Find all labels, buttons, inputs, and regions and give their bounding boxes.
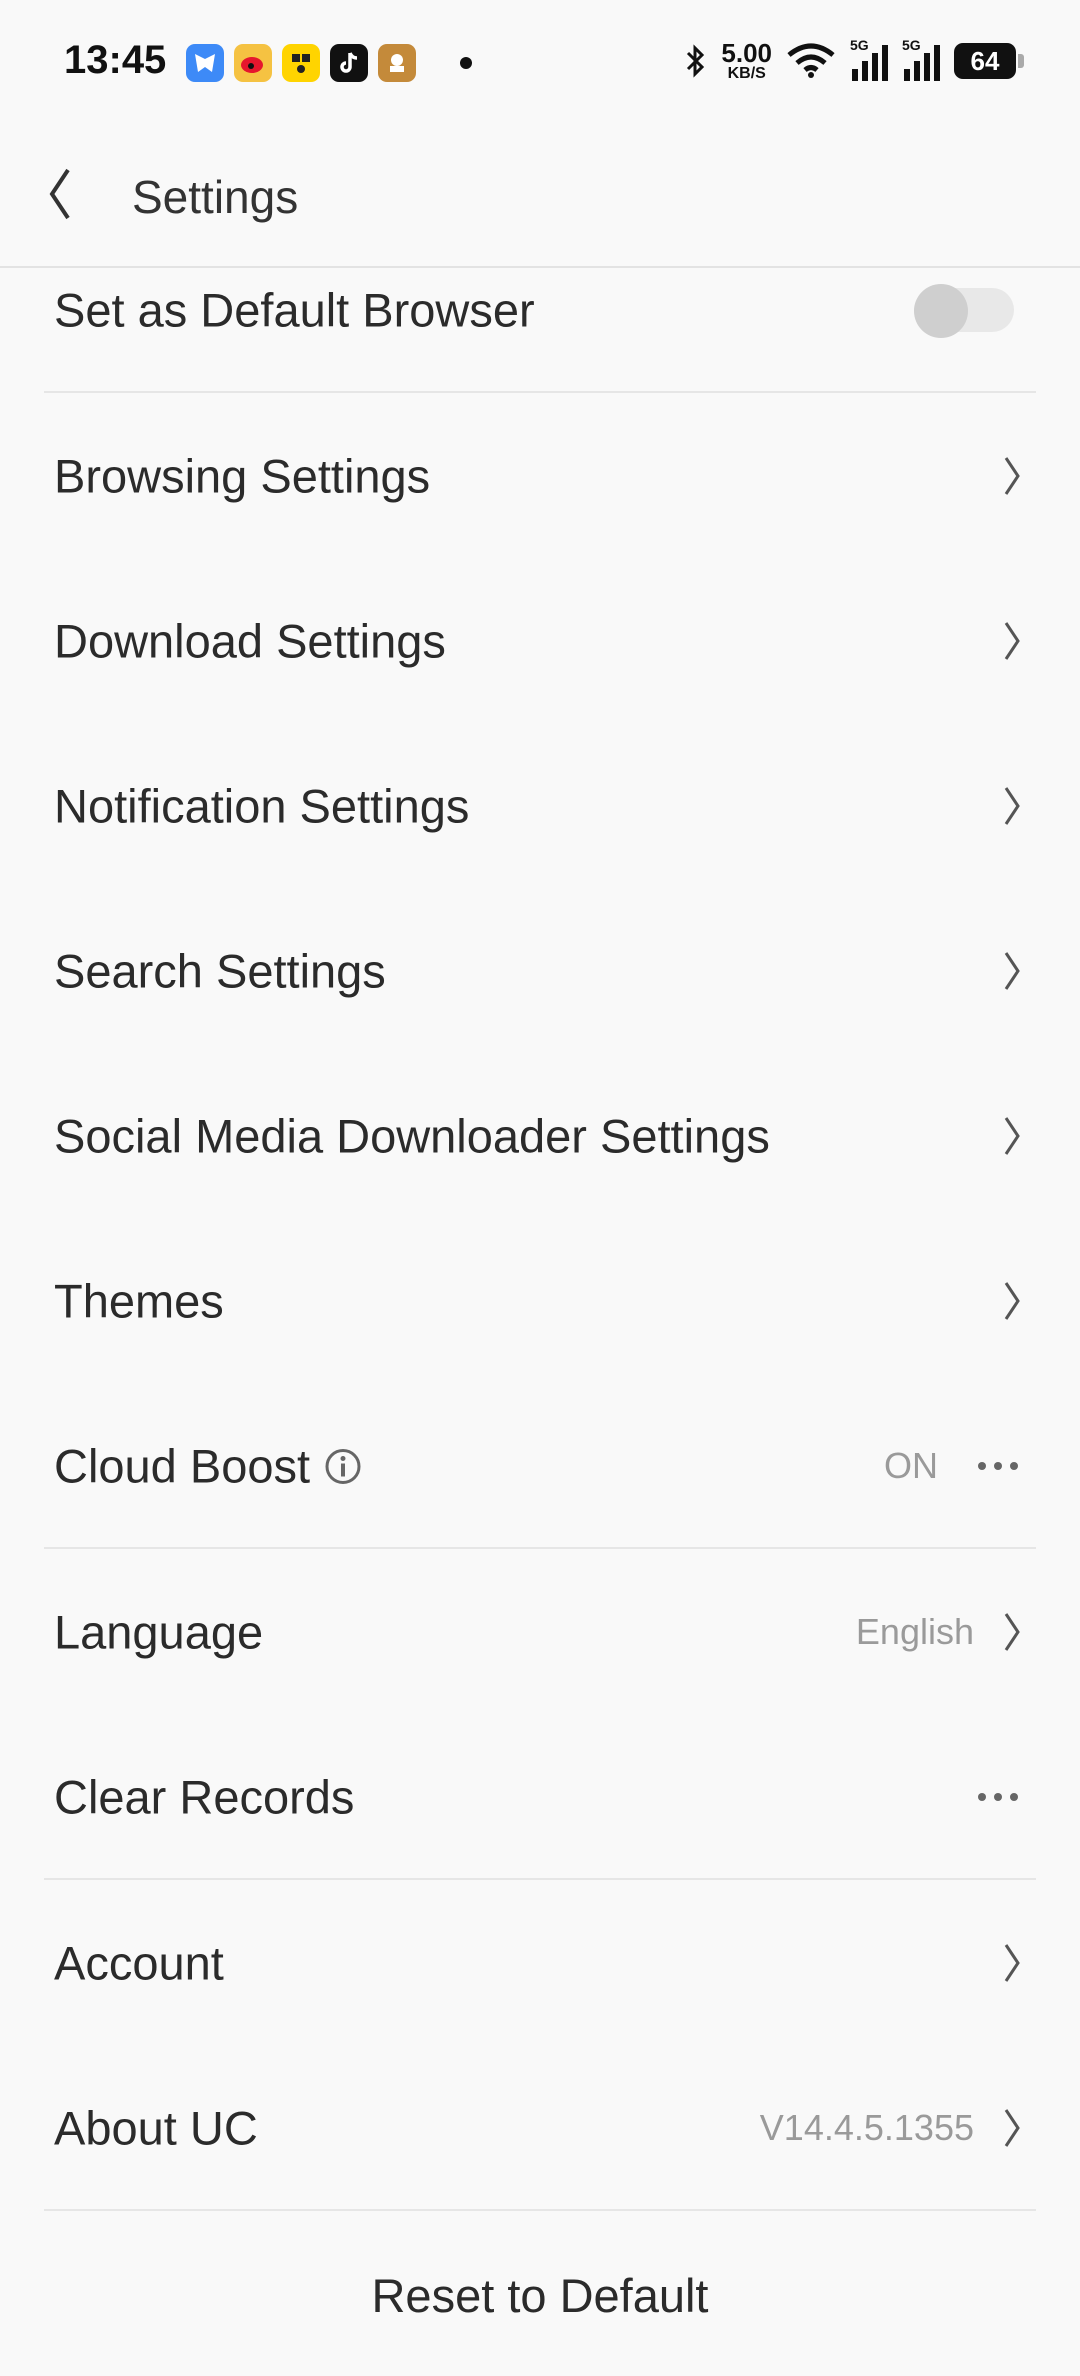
notification-icons — [186, 44, 472, 82]
more-options-icon[interactable] — [978, 1461, 1018, 1470]
settings-row-themes[interactable]: Themes — [0, 1218, 1080, 1383]
wifi-icon — [787, 43, 835, 78]
settings-row-browsing[interactable]: Browsing Settings — [0, 393, 1080, 558]
more-notifications-dot — [460, 57, 472, 69]
divider — [44, 2209, 1036, 2211]
cloud-boost-status: ON — [884, 1444, 938, 1486]
tiktok-icon — [330, 44, 368, 82]
settings-row-about[interactable]: About UC V14.4.5.1355 — [0, 2045, 1080, 2210]
settings-row-default-browser[interactable]: Set as Default Browser — [0, 230, 1080, 390]
row-label: Cloud Boost — [54, 1438, 362, 1493]
back-button[interactable] — [44, 164, 104, 234]
settings-row-social-downloader[interactable]: Social Media Downloader Settings — [0, 1053, 1080, 1218]
row-label: Social Media Downloader Settings — [54, 1109, 770, 1162]
row-label: Browsing Settings — [54, 449, 431, 502]
toggle-knob — [914, 284, 968, 338]
default-browser-toggle[interactable] — [914, 284, 1014, 338]
row-label: Account — [54, 1936, 224, 1989]
row-label: Download Settings — [54, 614, 446, 667]
chevron-right-icon — [1004, 456, 1020, 495]
row-label: Set as Default Browser — [54, 283, 535, 337]
info-icon[interactable] — [324, 1448, 362, 1486]
chevron-right-icon — [1004, 1116, 1020, 1155]
qq-music-icon — [282, 44, 320, 82]
chevron-right-icon — [1004, 2108, 1020, 2147]
row-label: Language — [54, 1605, 264, 1658]
settings-row-notification[interactable]: Notification Settings — [0, 723, 1080, 888]
signal-icon-2: 5G — [902, 37, 940, 81]
settings-row-clear-records[interactable]: Clear Records — [0, 1714, 1080, 1879]
row-label: Notification Settings — [54, 779, 470, 832]
row-label: Themes — [54, 1274, 224, 1327]
page-title: Settings — [132, 171, 299, 223]
reset-to-default-button[interactable]: Reset to Default — [0, 2220, 1080, 2370]
bluetooth-icon — [687, 44, 705, 78]
language-value: English — [855, 1610, 974, 1652]
settings-row-download[interactable]: Download Settings — [0, 558, 1080, 723]
chevron-right-icon — [1004, 951, 1020, 990]
system-indicators: 5.00 KB/S 5G 5G 64 — [685, 37, 1024, 82]
chevron-right-icon — [1004, 786, 1020, 825]
row-label: Clear Records — [54, 1770, 355, 1823]
battery-icon: 64 — [954, 43, 1024, 79]
row-label: Search Settings — [54, 944, 386, 997]
signal-icon: 5G — [850, 37, 888, 81]
game-icon — [378, 44, 416, 82]
chevron-right-icon — [1004, 1943, 1020, 1982]
weibo-icon — [234, 44, 272, 82]
settings-row-account[interactable]: Account — [0, 1880, 1080, 2045]
chevron-right-icon — [1004, 1612, 1020, 1651]
back-arrow-icon — [49, 168, 70, 220]
chevron-right-icon — [1004, 621, 1020, 660]
row-label: About UC — [54, 2101, 258, 2154]
version-value: V14.4.5.1355 — [759, 2106, 974, 2148]
chevron-right-icon — [1004, 1281, 1020, 1320]
settings-row-search[interactable]: Search Settings — [0, 888, 1080, 1053]
tencent-icon — [186, 44, 224, 82]
status-bar: 13:45 5.00 KB/S 5G 5G 64 — [0, 0, 1080, 130]
settings-row-language[interactable]: Language English — [0, 1549, 1080, 1714]
network-speed: 5.00 KB/S — [721, 38, 772, 82]
status-time: 13:45 — [64, 38, 167, 82]
more-options-icon[interactable] — [978, 1792, 1018, 1801]
settings-row-cloud-boost[interactable]: Cloud Boost ON — [0, 1383, 1080, 1548]
